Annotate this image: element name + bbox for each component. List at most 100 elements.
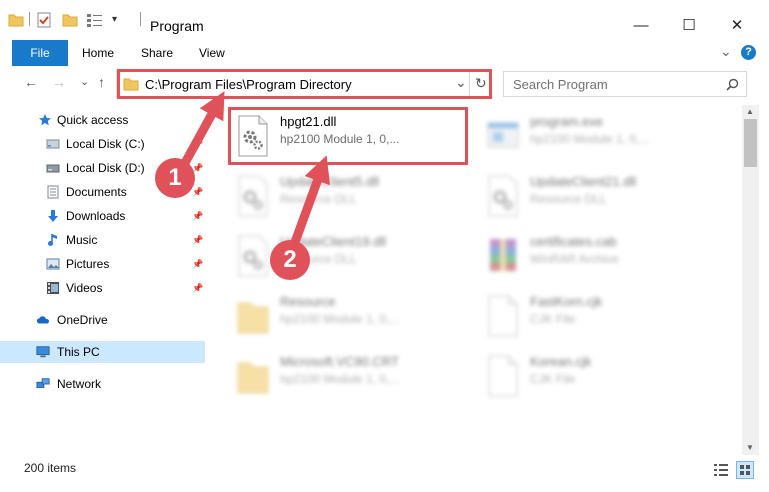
scrollbar-thumb[interactable] (744, 119, 757, 167)
sidebar-item-quick-access[interactable]: Quick access (0, 109, 205, 131)
documents-icon (47, 185, 59, 199)
back-arrow-icon[interactable]: ← (24, 74, 38, 90)
step-2-badge: 2 (270, 240, 310, 280)
file-description: hp2100 Module 1, 0,... (280, 312, 400, 326)
file-name: UpdateClient21.dll (530, 174, 637, 189)
sidebar-item-label: Documents (66, 185, 127, 199)
star-icon (39, 114, 51, 126)
file-description: Resource DLL (530, 192, 607, 206)
scroll-up-icon[interactable]: ▲ (746, 107, 754, 116)
file-name: certificates.cab (530, 234, 617, 249)
details-view-icon[interactable] (713, 463, 729, 477)
exe-icon (487, 122, 519, 148)
pin-icon: 📌 (192, 139, 204, 149)
dll-gear-icon (488, 175, 518, 217)
sidebar-item-label: Videos (66, 281, 103, 295)
sidebar-item-onedrive[interactable]: OneDrive (0, 309, 205, 331)
pictures-icon (46, 258, 60, 270)
sidebar-item-label: Downloads (66, 209, 126, 223)
maximize-icon: ☐ (682, 17, 696, 34)
file-name: Microsoft.VC90.CRT (280, 354, 399, 369)
file-item[interactable]: UpdateClient19.dll Resource DLL (230, 231, 470, 287)
tab-home[interactable]: Home (82, 40, 114, 66)
sidebar-item-videos[interactable]: Videos 📌 (0, 277, 205, 299)
winrar-icon (490, 239, 516, 271)
file-name: UpdateClient5.dll (280, 174, 380, 189)
file-item[interactable]: UpdateClient21.dll Resource DLL (480, 171, 720, 227)
file-description: CJK File (530, 372, 576, 386)
file-name: program.exe (530, 114, 603, 129)
file-description: WinRAR Archive (530, 252, 619, 266)
sidebar-item-pictures[interactable]: Pictures 📌 (0, 253, 205, 275)
file-item[interactable]: certificates.cab WinRAR Archive (480, 231, 720, 287)
network-icon (36, 378, 50, 388)
help-icon[interactable]: ? (741, 45, 756, 60)
sidebar-item-label: Local Disk (D:) (66, 161, 145, 175)
pin-icon: 📌 (192, 283, 204, 293)
sidebar-item-this-pc[interactable]: This PC (0, 341, 205, 363)
minimize-icon: — (633, 16, 649, 34)
search-icon[interactable] (726, 78, 739, 91)
close-button[interactable]: ✕ (714, 10, 760, 40)
tab-share[interactable]: Share (141, 40, 173, 66)
recent-locations-icon[interactable]: ⌄ (80, 75, 89, 88)
sidebar-item-label: Network (57, 377, 102, 391)
minimize-button[interactable]: — (618, 10, 664, 40)
sidebar-item-label: This PC (57, 345, 100, 359)
file-item[interactable]: Korean.cjk CJK File (480, 351, 720, 407)
folder-icon[interactable] (8, 12, 24, 28)
step-1-badge: 1 (155, 158, 195, 198)
file-description: CJK File (530, 312, 576, 326)
close-icon: ✕ (730, 17, 744, 34)
ribbon: File Home Share View ⌄ ? (0, 40, 769, 67)
vertical-scrollbar[interactable]: ▲ ▼ (742, 105, 759, 455)
sidebar-item-downloads[interactable]: Downloads 📌 (0, 205, 205, 227)
sidebar-item-label: Quick access (57, 113, 129, 127)
view-details-icon[interactable] (86, 12, 104, 28)
item-count: 200 items (24, 461, 77, 475)
file-item[interactable]: Microsoft.VC90.CRT hp2100 Module 1, 0,..… (230, 351, 470, 407)
sidebar-item-label: Local Disk (C:) (66, 137, 145, 151)
customize-toolbar-icon[interactable]: ▾ (112, 14, 117, 25)
computer-icon (36, 346, 50, 358)
pin-icon: 📌 (192, 259, 204, 269)
large-icons-view-icon[interactable] (736, 461, 754, 479)
maximize-button[interactable]: ☐ (666, 10, 712, 40)
videos-icon (47, 282, 59, 294)
forward-arrow-icon[interactable]: → (52, 74, 66, 90)
dll-gear-icon (238, 175, 268, 217)
file-name: Resource (280, 294, 336, 309)
properties-icon[interactable] (36, 12, 52, 28)
sidebar-item-music[interactable]: Music 📌 (0, 229, 205, 251)
sidebar-item-network[interactable]: Network (0, 373, 205, 395)
window-title: Program (150, 18, 204, 34)
tab-view[interactable]: View (199, 40, 225, 66)
blank-file-icon (488, 295, 518, 337)
scroll-down-icon[interactable]: ▼ (746, 443, 754, 452)
new-folder-icon[interactable] (62, 12, 78, 28)
file-name: FastKorn.cjk (530, 294, 603, 309)
download-icon (48, 210, 58, 222)
file-item[interactable]: UpdateClient5.dll Resource DLL (230, 171, 470, 227)
status-bar: 200 items (0, 455, 769, 492)
file-item[interactable]: Resource hp2100 Module 1, 0,... (230, 291, 470, 347)
dll-gear-icon (238, 235, 268, 277)
file-item[interactable]: FastKorn.cjk CJK File (480, 291, 720, 347)
blank-file-icon (488, 355, 518, 397)
file-item[interactable]: program.exe hp2100 Module 1, 0,... (480, 111, 720, 167)
separator (29, 12, 30, 26)
pin-icon: 📌 (192, 211, 204, 221)
pin-icon: 📌 (192, 235, 204, 245)
sidebar-item-label: OneDrive (57, 313, 108, 327)
folder-icon (237, 302, 269, 334)
search-box[interactable]: Search Program (503, 71, 747, 97)
expand-ribbon-icon[interactable]: ⌄ (720, 43, 732, 60)
up-arrow-icon[interactable]: ↑ (98, 74, 105, 90)
file-description: hp2100 Module 1, 0,... (280, 372, 400, 386)
tab-file[interactable]: File (12, 40, 68, 66)
cloud-icon (36, 316, 50, 324)
search-input[interactable]: Search Program (513, 77, 608, 92)
file-highlight-box (228, 107, 468, 165)
sidebar-item-label: Music (66, 233, 98, 247)
sidebar-item-local-disk-c[interactable]: Local Disk (C:) 📌 (0, 133, 205, 155)
